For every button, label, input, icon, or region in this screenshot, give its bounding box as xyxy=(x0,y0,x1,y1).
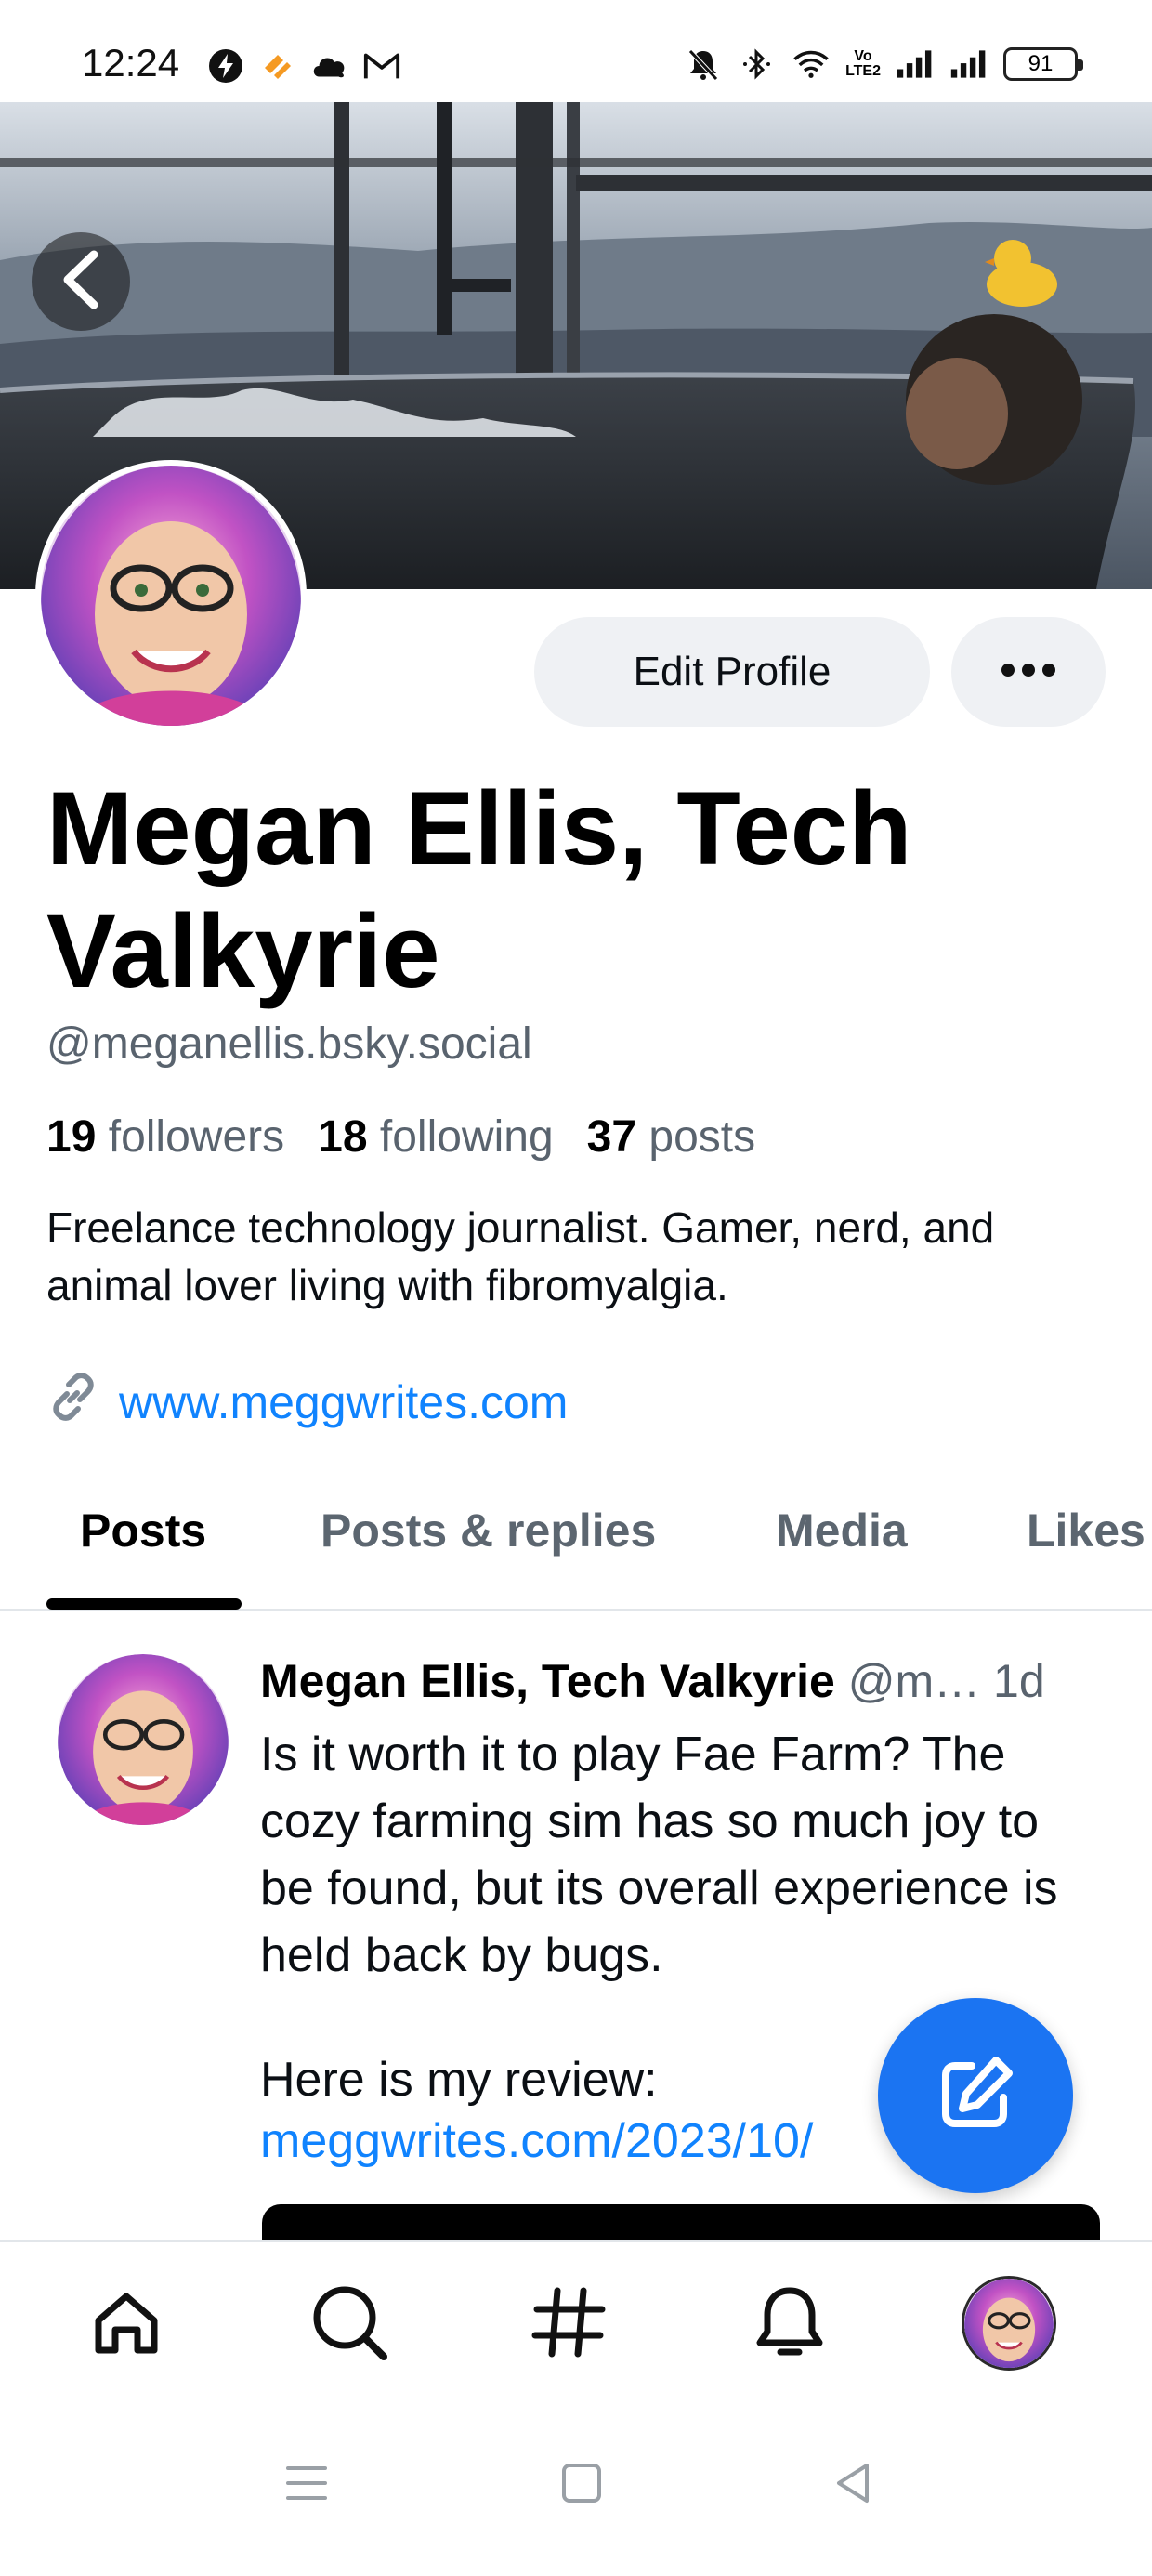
profile-handle: @meganellis.bsky.social xyxy=(46,1019,532,1069)
status-time: 12:24 xyxy=(82,41,180,85)
profile-nav-avatar[interactable] xyxy=(962,2276,1056,2371)
active-tab-indicator xyxy=(46,1598,242,1610)
home-square-icon[interactable] xyxy=(554,2455,609,2511)
network-type: Vo LTE2 xyxy=(845,48,881,79)
link-icon xyxy=(46,1370,100,1435)
tab-posts[interactable]: Posts xyxy=(80,1504,206,1557)
bottom-navigation xyxy=(0,2240,1152,2398)
profile-link-text[interactable]: www.meggwrites.com xyxy=(119,1375,568,1429)
more-options-button[interactable] xyxy=(951,617,1106,727)
tab-media[interactable]: Media xyxy=(776,1504,908,1557)
wifi-icon xyxy=(792,45,831,84)
battery-indicator: 91 xyxy=(1003,47,1083,81)
tab-likes[interactable]: Likes xyxy=(1027,1504,1145,1557)
search-icon[interactable] xyxy=(303,2276,396,2369)
profile-bio: Freelance technology journalist. Gamer, … xyxy=(46,1203,995,1309)
signal-icon xyxy=(896,45,935,84)
profile-stats: 19 followers 18 following 37 posts xyxy=(46,1111,755,1163)
tab-posts-replies[interactable]: Posts & replies xyxy=(321,1504,656,1557)
app-notification-icon xyxy=(258,46,297,85)
followers-stat[interactable]: 19 followers xyxy=(46,1111,284,1163)
cloud-icon xyxy=(310,46,349,85)
back-triangle-icon[interactable] xyxy=(825,2455,881,2511)
post-time: 1d xyxy=(993,1655,1045,1707)
mute-icon xyxy=(684,45,723,84)
messenger-bolt-icon xyxy=(206,46,245,85)
more-dots-icon xyxy=(999,661,1058,684)
post-author-avatar[interactable] xyxy=(58,1654,229,1825)
profile-link[interactable]: www.meggwrites.com xyxy=(46,1370,568,1435)
system-navigation-bar xyxy=(0,2398,1152,2576)
back-button[interactable] xyxy=(32,232,130,331)
posts-stat: 37 posts xyxy=(586,1112,756,1162)
post-text: Is it worth it to play Fae Farm? The coz… xyxy=(260,1728,1058,1982)
post-author-name[interactable]: Megan Ellis, Tech Valkyrie xyxy=(260,1655,835,1707)
bluetooth-icon xyxy=(738,45,777,84)
avatar-image xyxy=(964,2279,1054,2368)
chevron-left-icon xyxy=(53,247,109,317)
post-link-card[interactable] xyxy=(262,2204,1100,2241)
post-link[interactable]: meggwrites.com/2023/10/ xyxy=(260,2113,813,2169)
post-author-handle[interactable]: @m… xyxy=(848,1655,980,1707)
avatar-image xyxy=(41,466,301,726)
compose-button[interactable] xyxy=(878,1998,1073,2193)
edit-profile-button[interactable]: Edit Profile xyxy=(534,617,930,727)
signal-icon-2 xyxy=(949,45,988,84)
gmail-icon xyxy=(362,46,401,85)
profile-avatar[interactable] xyxy=(35,460,307,731)
following-stat[interactable]: 18 following xyxy=(318,1111,554,1163)
post-header: Megan Ellis, Tech Valkyrie @m… 1d xyxy=(260,1654,1045,1708)
home-icon[interactable] xyxy=(80,2276,173,2369)
post-review-label: Here is my review: xyxy=(260,2053,658,2107)
status-bar: 12:24 Vo LTE2 91 xyxy=(0,0,1152,102)
feeds-hash-icon[interactable] xyxy=(522,2276,615,2369)
display-name: Megan Ellis, Tech Valkyrie xyxy=(46,770,912,1009)
profile-tabs: Posts Posts & replies Media Likes xyxy=(0,1470,1152,1611)
compose-icon xyxy=(929,2047,1022,2145)
avatar-image xyxy=(58,1654,229,1825)
notifications-icon[interactable] xyxy=(743,2276,836,2369)
menu-icon[interactable] xyxy=(279,2455,334,2511)
